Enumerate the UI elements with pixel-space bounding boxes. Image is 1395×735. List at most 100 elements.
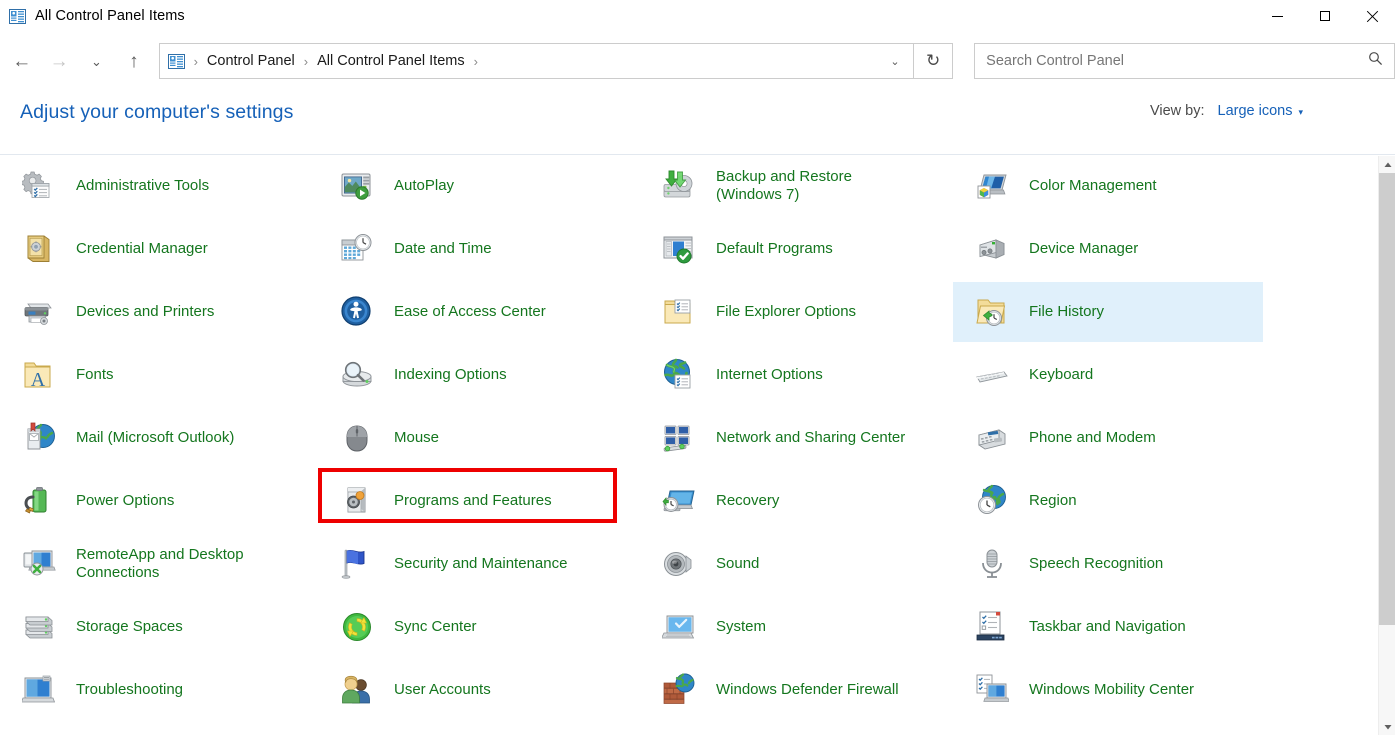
back-button[interactable]: ← [8,46,35,76]
control-panel-item[interactable]: Phone and Modem [953,408,1263,468]
sync-center-icon [340,610,374,644]
control-panel-item[interactable]: User Accounts [318,660,640,720]
control-panel-item[interactable]: Devices and Printers [0,282,318,342]
control-panel-item[interactable]: File History [953,282,1263,342]
recent-locations-button[interactable]: ⌄ [83,46,110,76]
breadcrumb-separator: › [473,53,478,69]
scrollbar-thumb[interactable] [1379,173,1395,625]
forward-button[interactable]: → [45,46,72,76]
control-panel-item[interactable]: Power Options [0,471,318,531]
control-panel-item[interactable]: Backup and Restore (Windows 7) [640,156,953,216]
view-by-control[interactable]: View by: Large icons ▾ [1150,103,1303,119]
power-options-icon [22,484,56,518]
title-bar: All Control Panel Items [0,0,1395,32]
vertical-scrollbar[interactable] [1378,156,1395,735]
view-by-value[interactable]: Large icons [1218,103,1293,119]
search-box[interactable] [974,43,1395,79]
control-panel-item[interactable]: Sound [640,534,953,594]
control-panel-item[interactable]: Sync Center [318,597,640,657]
minimize-icon [1272,15,1283,17]
indexing-options-icon [340,358,374,392]
control-panel-item-label: Phone and Modem [1029,428,1156,446]
control-panel-item[interactable]: A Fonts [0,345,318,405]
window-controls [1254,0,1395,32]
control-panel-item-label: User Accounts [394,680,491,698]
control-panel-item[interactable]: Administrative Tools [0,156,318,216]
storage-spaces-icon [22,610,56,644]
breadcrumb-item-all-control-panel-items[interactable]: All Control Panel Items [317,53,464,69]
control-panel-item-label: Credential Manager [76,239,208,257]
windows-mobility-icon [975,673,1010,707]
control-panel-item[interactable]: Storage Spaces [0,597,318,657]
control-panel-item[interactable]: Credential Manager [0,219,318,279]
minimize-button[interactable] [1254,0,1301,32]
control-panel-item-label: Windows Mobility Center [1029,680,1195,698]
scroll-up-arrow[interactable] [1379,156,1395,173]
items-area: Administrative Tools AutoPlay Backup and… [0,156,1378,735]
maximize-button[interactable] [1301,0,1348,32]
address-bar[interactable]: › Control Panel › All Control Panel Item… [158,43,915,79]
control-panel-item[interactable]: Network and Sharing Center [640,408,953,468]
control-panel-item[interactable]: System [640,597,953,657]
control-panel-item[interactable]: Taskbar and Navigation [953,597,1263,657]
remoteapp-icon [22,547,56,581]
page-title: Adjust your computer's settings [20,101,294,123]
control-panel-item[interactable]: Troubleshooting [0,660,318,720]
control-panel-item[interactable]: Windows Defender Firewall [640,660,953,720]
file-history-icon [975,295,1009,329]
control-panel-item[interactable]: Programs and Features [318,471,640,531]
refresh-button[interactable]: ↻ [914,43,954,79]
scroll-down-arrow[interactable] [1379,718,1395,735]
mouse-icon [340,421,374,455]
troubleshooting-icon [20,673,56,707]
control-panel-item[interactable]: AutoPlay [318,156,640,216]
control-panel-item[interactable]: Device Manager [953,219,1263,279]
control-panel-item-label: Windows Defender Firewall [716,680,899,698]
autoplay-icon [340,169,374,203]
up-button[interactable]: ↑ [120,46,147,76]
control-panel-item-label: Mouse [394,428,440,446]
control-panel-item[interactable]: Speech Recognition [953,534,1263,594]
control-panel-item[interactable]: RemoteApp and Desktop Connections [0,534,318,594]
control-panel-item[interactable]: Indexing Options [318,345,640,405]
breadcrumb-control-panel-icon [167,53,185,70]
header-strip: Adjust your computer's settings View by:… [0,90,1395,155]
control-panel-item-label: Network and Sharing Center [716,428,906,446]
control-panel-item[interactable]: Internet Options [640,345,953,405]
date-time-icon [340,232,374,266]
control-panel-item-label: Device Manager [1029,239,1139,257]
search-icon[interactable] [1368,51,1383,71]
device-manager-icon [975,232,1009,266]
control-panel-item-label: Taskbar and Navigation [1029,617,1186,635]
control-panel-item-label: Troubleshooting [76,680,184,698]
control-panel-item[interactable]: Date and Time [318,219,640,279]
control-panel-item-label: AutoPlay [394,176,455,194]
control-panel-item[interactable]: Default Programs [640,219,953,279]
control-panel-item-label: Speech Recognition [1029,554,1164,572]
ease-of-access-icon [340,295,374,329]
chevron-down-icon[interactable]: ▾ [1298,107,1303,118]
control-panel-item[interactable]: Ease of Access Center [318,282,640,342]
search-input[interactable] [986,53,1357,69]
svg-text:A: A [31,369,46,391]
control-panel-item-label: Sync Center [394,617,477,635]
control-panel-item[interactable]: Mouse [318,408,640,468]
control-panel-item-label: Administrative Tools [76,176,210,194]
close-button[interactable] [1348,0,1395,32]
control-panel-item[interactable]: Keyboard [953,345,1263,405]
control-panel-item[interactable]: File Explorer Options [640,282,953,342]
control-panel-item[interactable]: Mail (Microsoft Outlook) [0,408,318,468]
chevron-down-icon[interactable]: ⌄ [883,44,907,78]
control-panel-item[interactable]: Color Management [953,156,1263,216]
control-panel-item[interactable]: Region [953,471,1263,531]
control-panel-item[interactable]: Security and Maintenance [318,534,640,594]
view-by-label: View by: [1149,103,1205,119]
control-panel-item-label: Keyboard [1029,365,1094,383]
network-sharing-icon [662,421,696,455]
backup-restore-icon [662,169,696,203]
fonts-icon: A [22,358,56,392]
programs-features-icon [340,484,374,518]
control-panel-item[interactable]: Windows Mobility Center [953,660,1263,720]
control-panel-item[interactable]: Recovery [640,471,953,531]
breadcrumb-item-control-panel[interactable]: Control Panel [207,53,295,69]
